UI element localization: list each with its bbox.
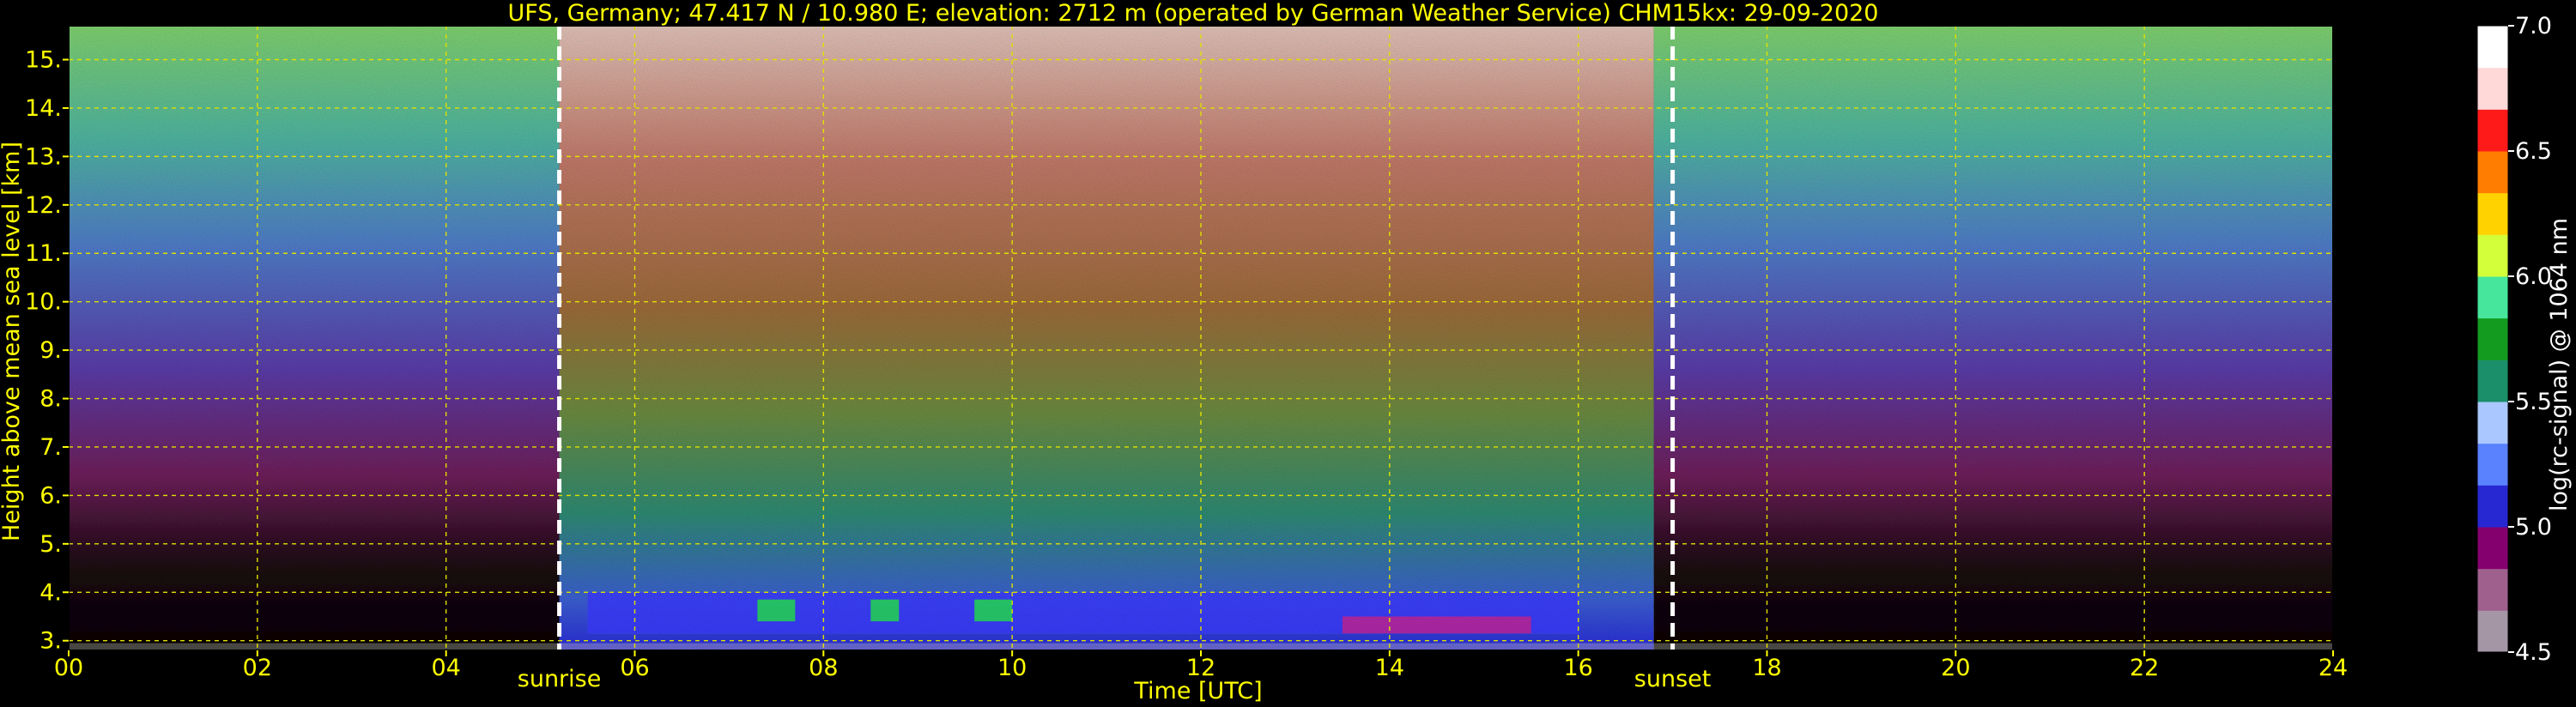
colorbar-segment (2477, 568, 2508, 611)
signal-zone-night-0 (69, 26, 560, 650)
x-tick-label: 02 (243, 655, 272, 681)
colorbar-label: log(rc-signal) @ 1064 nm (2546, 218, 2573, 511)
y-tick-label: 8. (39, 386, 62, 413)
signal-zone-day-1 (559, 26, 1654, 650)
ceilometer-chart: sunrise sunset 00 02 04 06 08 10 12 14 16 18 20 22 24… (0, 0, 2573, 704)
sunset-label: sunset (1634, 666, 1712, 692)
y-tick-label: 5. (39, 531, 62, 558)
x-tick-label: 22 (2130, 655, 2159, 681)
cloud-patch-2 (974, 599, 1013, 622)
colorbar-segment (2477, 443, 2508, 486)
low-layer-patch (1342, 616, 1531, 634)
x-tick-label: 06 (620, 655, 649, 681)
colorbar-segment (2477, 485, 2508, 528)
sunrise-label: sunrise (518, 666, 602, 692)
colorbar-segment (2477, 276, 2508, 319)
chart-title: UFS, Germany; 47.417 N / 10.980 E; eleva… (508, 0, 1879, 27)
y-tick-label: 13. (25, 143, 62, 170)
y-tick-label: 4. (39, 579, 62, 606)
colorbar-segment (2477, 67, 2508, 110)
cloud-patch-1 (870, 599, 900, 622)
y-axis-label: Height above mean sea level [km] (0, 142, 25, 541)
colorbar-segment (2477, 151, 2508, 194)
colorbar-tick-label: 6.5 (2515, 138, 2552, 165)
colorbar-segment (2477, 610, 2508, 653)
y-tick-label: 10. (25, 289, 62, 316)
y-tick-label: 6. (39, 482, 62, 509)
colorbar-tick-label: 4.5 (2515, 639, 2552, 666)
x-tick-label: 14 (1375, 655, 1404, 681)
signal-zone-night-2 (1653, 26, 2333, 650)
y-tick-label: 14. (25, 95, 62, 122)
y-tick-label: 9. (39, 337, 62, 364)
y-tick-label: 3. (39, 628, 62, 655)
colorbar-segment (2477, 192, 2508, 235)
x-tick-label: 08 (809, 655, 838, 681)
x-tick-label: 10 (997, 655, 1027, 681)
y-tick-label: 7. (39, 434, 62, 461)
y-tick-label: 15. (25, 47, 62, 74)
colorbar-segment (2477, 402, 2508, 444)
colorbar-segment (2477, 234, 2508, 277)
colorbar-segment (2477, 360, 2508, 402)
x-tick-label: 00 (54, 655, 83, 681)
colorbar-segment (2477, 317, 2508, 360)
colorbar-segment (2477, 26, 2508, 69)
x-tick-label: 18 (1752, 655, 1781, 681)
colorbar-tick-label: 7.0 (2515, 13, 2552, 39)
cloud-patch-0 (757, 599, 796, 622)
x-tick-label: 16 (1563, 655, 1592, 681)
x-tick-label: 24 (2318, 655, 2348, 681)
y-tick-label: 12. (25, 192, 62, 219)
colorbar-segment (2477, 109, 2508, 152)
colorbar-segment (2477, 527, 2508, 570)
colorbar: 4.55.05.56.06.57.0 (2476, 13, 2552, 666)
x-tick-label: 20 (1941, 655, 1970, 681)
x-axis-label: Time [UTC] (1133, 678, 1262, 704)
colorbar-tick-label: 5.0 (2515, 514, 2552, 541)
y-tick-label: 11. (25, 240, 62, 267)
x-tick-label: 04 (431, 655, 460, 681)
